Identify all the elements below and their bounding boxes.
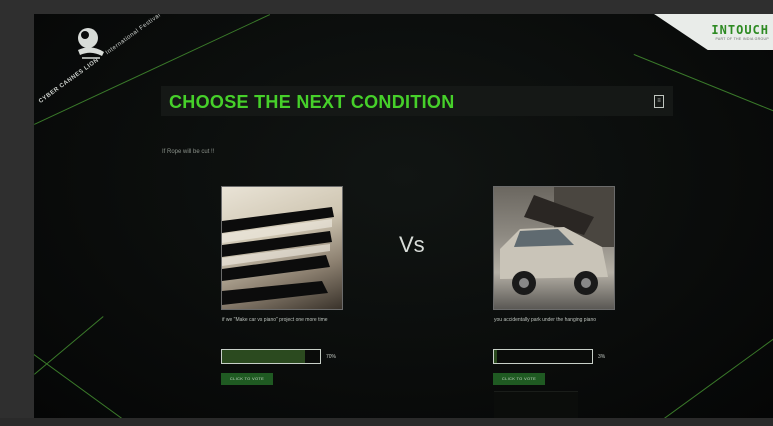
versus-label: Vs <box>399 232 425 257</box>
left-option-percent: 70% <box>326 354 337 360</box>
crushed-car-icon <box>500 187 614 295</box>
left-option-progress-fill <box>222 350 306 363</box>
document-icon[interactable]: ≡ <box>654 95 664 108</box>
accent-line-bottom-right <box>664 329 773 418</box>
right-option-progress-fill <box>494 350 497 363</box>
left-option-image[interactable] <box>221 186 343 310</box>
brand-name: INTOUCH <box>711 23 769 37</box>
brand-tagline: PART OF THE INDIA GROUP <box>715 37 769 41</box>
accent-line-bottom-left <box>34 316 104 375</box>
brand-logo: INTOUCH PART OF THE INDIA GROUP <box>685 23 769 41</box>
right-option-image[interactable] <box>493 186 615 310</box>
left-vote-button[interactable]: CLICK TO VOTE <box>221 373 273 385</box>
right-option-caption: you accidentally park under the hanging … <box>494 317 597 323</box>
piano-keys-icon <box>222 207 334 305</box>
voting-screen: CYBER CANNES LION International Festival… <box>34 14 773 418</box>
accent-line-bottom-left-2 <box>34 354 132 418</box>
left-option-caption: if we "Make car vs piano" project one mo… <box>222 317 328 323</box>
right-option-percent: 3% <box>598 354 606 360</box>
right-vote-button[interactable]: CLICK TO VOTE <box>493 373 545 385</box>
bottom-logo-placeholder <box>494 391 578 418</box>
bottom-strip <box>0 418 773 426</box>
title-bar: CHOOSE THE NEXT CONDITION ≡ <box>161 86 673 116</box>
right-option-progress <box>493 349 593 364</box>
award-line2: International Festival <box>104 14 163 57</box>
left-option-progress <box>221 349 321 364</box>
subtitle: If Rope will be cut !! <box>162 149 215 155</box>
page-title: CHOOSE THE NEXT CONDITION <box>169 92 455 112</box>
